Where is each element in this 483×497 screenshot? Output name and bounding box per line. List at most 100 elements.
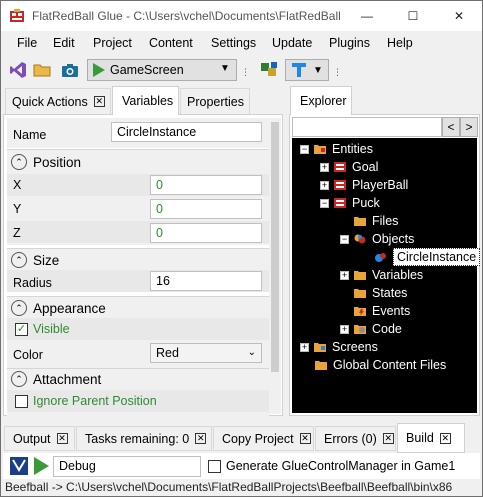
back-button[interactable]: < <box>442 117 460 137</box>
tree-node-circleinstance[interactable]: CircleInstance <box>374 248 481 266</box>
tree-node-states[interactable]: States <box>353 284 407 302</box>
tree-node-code[interactable]: + Code <box>340 320 402 338</box>
z-field[interactable]: 0 <box>150 223 262 243</box>
tree-node-events[interactable]: Events <box>353 302 410 320</box>
tab-build[interactable]: Build ✕ <box>397 423 465 453</box>
y-field[interactable]: 0 <box>150 199 262 219</box>
explorer-search-input[interactable] <box>292 117 442 137</box>
expand-icon: + <box>300 341 309 352</box>
name-field[interactable]: CircleInstance <box>111 122 262 142</box>
tree-node-entities[interactable]: − Entities <box>300 140 373 158</box>
expand-icon: + <box>320 179 329 190</box>
build-settings-button[interactable] <box>9 456 29 476</box>
close-icon[interactable]: ✕ <box>299 433 311 444</box>
screenshot-button[interactable] <box>59 58 81 82</box>
expand-icon: + <box>320 161 329 172</box>
close-icon[interactable]: ✕ <box>195 433 207 444</box>
tab-tasks[interactable]: Tasks remaining: 0 ✕ <box>76 426 212 451</box>
maximize-icon: ☐ <box>407 9 419 23</box>
collapse-icon: ⌃ <box>11 371 27 387</box>
x-field[interactable]: 0 <box>150 175 262 195</box>
tree-node-playerball[interactable]: + PlayerBall <box>320 176 408 194</box>
chevron-down-icon: ▼ <box>313 64 323 76</box>
menu-update[interactable]: Update <box>272 36 312 50</box>
variables-scrollbar[interactable] <box>269 118 281 414</box>
tab-variables[interactable]: Variables <box>112 86 179 115</box>
radius-field[interactable]: 16 <box>150 271 262 291</box>
tab-quick-actions[interactable]: Quick Actions ✕ <box>5 88 111 114</box>
add-entity-button[interactable] <box>259 58 281 82</box>
objects-icon <box>354 234 366 244</box>
play-icon <box>93 63 105 77</box>
tab-explorer[interactable]: Explorer <box>290 86 352 115</box>
explorer-tree[interactable]: − Entities + Goal + PlayerBall − Puck Fi… <box>292 138 481 413</box>
tree-node-variables[interactable]: + Variables <box>340 266 423 284</box>
menu-settings[interactable]: Settings <box>211 36 256 50</box>
menu-project[interactable]: Project <box>93 36 132 50</box>
minimize-icon: — <box>361 9 373 23</box>
color-label: Color <box>13 348 43 362</box>
tree-node-objects[interactable]: − Objects <box>340 230 414 248</box>
expand-icon: + <box>340 269 349 280</box>
close-icon: ✕ <box>453 9 465 23</box>
tab-output[interactable]: Output ✕ <box>4 426 75 451</box>
tools-dropdown[interactable]: ▼ <box>285 59 329 81</box>
close-button[interactable]: ✕ <box>436 1 482 31</box>
tab-copy-project[interactable]: Copy Project ✕ <box>213 426 314 451</box>
forward-button[interactable]: > <box>460 117 478 137</box>
color-select[interactable]: Red ⌄ <box>150 343 262 363</box>
menu-help[interactable]: Help <box>387 36 413 50</box>
open-folder-button[interactable] <box>31 58 53 82</box>
folder-icon <box>314 145 326 154</box>
y-label: Y <box>13 202 22 216</box>
tree-node-global-content[interactable]: Global Content Files <box>314 356 446 374</box>
collapse-icon: − <box>300 143 309 154</box>
menu-plugins[interactable]: Plugins <box>329 36 370 50</box>
run-button[interactable] <box>31 456 51 476</box>
play-icon <box>31 456 51 476</box>
visible-checkbox[interactable]: ✓ Visible <box>15 322 70 337</box>
close-icon[interactable]: ✕ <box>93 96 105 107</box>
build-config-field[interactable]: Debug <box>53 456 201 477</box>
size-header[interactable]: ⌃ Size <box>11 249 59 271</box>
scrollbar-thumb[interactable] <box>271 122 279 372</box>
toolbar-grip: ⋮ <box>241 67 250 77</box>
appearance-header[interactable]: ⌃ Appearance <box>11 297 106 319</box>
menu-file[interactable]: File <box>17 36 37 50</box>
collapse-icon: − <box>340 233 349 244</box>
x-label: X <box>13 178 22 192</box>
maximize-button[interactable]: ☐ <box>390 1 436 31</box>
visual-studio-button[interactable] <box>7 58 29 82</box>
variables-panel: Name CircleInstance ⌃ Position X 0 Y 0 Z… <box>3 114 283 416</box>
tree-node-goal[interactable]: + Goal <box>320 158 378 176</box>
position-header[interactable]: ⌃ Position <box>11 151 81 173</box>
tab-label: Variables <box>122 94 174 108</box>
minimize-button[interactable]: — <box>344 1 390 31</box>
tools-icon <box>292 63 307 77</box>
close-icon[interactable]: ✕ <box>439 432 451 444</box>
tree-node-puck[interactable]: − Puck <box>320 194 380 212</box>
close-icon[interactable]: ✕ <box>382 433 394 444</box>
menu-edit[interactable]: Edit <box>53 36 75 50</box>
entity-add-icon <box>261 62 277 76</box>
collapse-icon: − <box>320 197 329 208</box>
status-bar: Beefball -> C:\Users\vchel\Documents\Fla… <box>5 480 453 494</box>
menu-content[interactable]: Content <box>149 36 193 50</box>
tree-node-screens[interactable]: + Screens <box>300 338 378 356</box>
screen-combo[interactable]: GameScreen ▼ <box>87 59 237 81</box>
folder-icon <box>314 343 326 352</box>
menu-bar: File Edit Project Content Settings Updat… <box>1 33 482 55</box>
ignore-parent-checkbox[interactable]: Ignore Parent Position <box>15 394 157 409</box>
tree-node-files[interactable]: Files <box>353 212 398 230</box>
entity-icon <box>334 198 346 208</box>
tab-properties[interactable]: Properties <box>180 88 250 114</box>
collapse-icon: ⌃ <box>11 300 27 316</box>
object-instance-icon <box>375 253 386 262</box>
collapse-icon: ⌃ <box>11 154 27 170</box>
generate-glue-checkbox[interactable]: Generate GlueControlManager in Game1 <box>208 459 455 474</box>
attachment-header[interactable]: ⌃ Attachment <box>11 368 101 390</box>
flatredball-app-icon <box>10 9 24 22</box>
close-icon[interactable]: ✕ <box>56 433 68 444</box>
tab-errors[interactable]: Errors (0) ✕ <box>315 426 396 451</box>
radius-label: Radius <box>13 276 52 290</box>
